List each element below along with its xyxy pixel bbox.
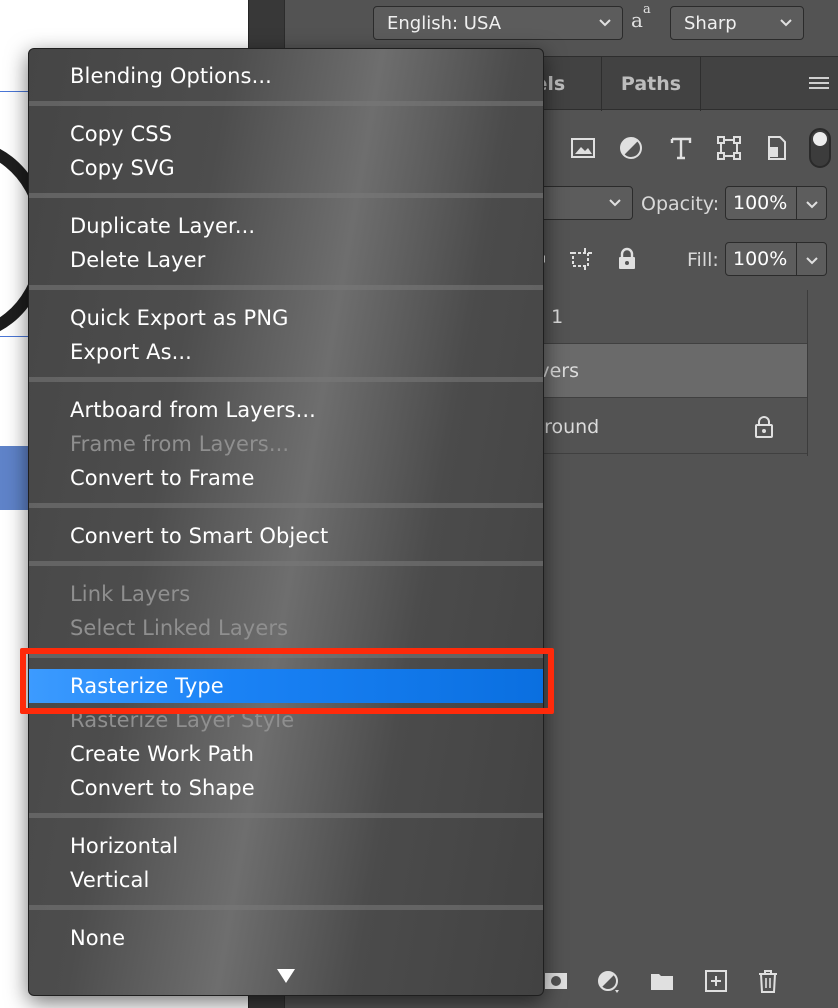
menu-item-frame-from-layers: Frame from Layers... (70, 432, 290, 456)
chevron-down-icon (780, 19, 792, 27)
menu-item-delete-layer[interactable]: Delete Layer (29, 243, 543, 277)
menu-item-artboard-from-layers[interactable]: Artboard from Layers... (29, 393, 543, 427)
type-filter-icon[interactable] (667, 134, 695, 162)
menu-item-duplicate-layer[interactable]: Duplicate Layer... (29, 209, 543, 243)
menu-item-convert-to-smart-object[interactable]: Convert to Smart Object (29, 519, 543, 553)
opacity-label: Opacity: (641, 193, 720, 215)
layers-divider (807, 290, 808, 456)
menu-item-convert-to-shape[interactable]: Convert to Shape (29, 771, 543, 805)
antialias-value: Sharp (684, 12, 737, 34)
new-layer-icon[interactable] (703, 968, 729, 994)
smart-object-filter-icon[interactable] (763, 134, 791, 162)
adjustment-layer-icon[interactable] (595, 968, 621, 994)
image-filter-icon[interactable] (569, 134, 597, 162)
menu-separator (29, 285, 543, 290)
fill-label: Fill: (687, 249, 719, 271)
menu-item-export-as[interactable]: Export As... (29, 335, 543, 369)
chevron-down-icon (599, 19, 611, 27)
menu-separator (29, 503, 543, 508)
filter-toggle-switch[interactable] (809, 128, 831, 168)
fill-stepper[interactable] (797, 242, 827, 276)
menu-separator (29, 193, 543, 198)
menu-item-create-work-path[interactable]: Create Work Path (29, 737, 543, 771)
antialias-dropdown[interactable]: Sharp (670, 6, 804, 40)
opacity-input[interactable]: 100% (725, 186, 797, 220)
menu-separator (29, 101, 543, 106)
layer-mask-icon[interactable] (543, 968, 569, 994)
lock-icon (755, 416, 773, 438)
opacity-stepper[interactable] (797, 186, 827, 220)
tab-paths[interactable]: Paths (601, 57, 701, 111)
menu-item-none[interactable]: None (29, 921, 543, 955)
adjustment-filter-icon[interactable] (617, 134, 645, 162)
chevron-down-icon (806, 257, 818, 265)
menu-item-quick-export-png[interactable]: Quick Export as PNG (29, 301, 543, 335)
lock-artboard-icon[interactable] (568, 246, 594, 272)
menu-item-copy-svg[interactable]: Copy SVG (29, 151, 543, 185)
menu-item-horizontal[interactable]: Horizontal (29, 829, 543, 863)
fill-input[interactable]: 100% (725, 242, 797, 276)
trash-icon[interactable] (755, 968, 781, 994)
panel-menu-icon[interactable] (809, 77, 829, 91)
menu-item-vertical[interactable]: Vertical (29, 863, 543, 897)
annotation-highlight-box (20, 648, 554, 714)
menu-item-blending-options[interactable]: Blending Options... (29, 59, 543, 93)
menu-item-copy-css[interactable]: Copy CSS (29, 117, 543, 151)
context-menu: Blending Options... Copy CSS Copy SVG Du… (28, 48, 544, 996)
folder-icon[interactable] (649, 968, 675, 994)
menu-separator (29, 813, 543, 818)
menu-separator (29, 905, 543, 910)
chevron-down-icon (609, 199, 621, 207)
language-value: English: USA (387, 12, 502, 34)
menu-item-select-linked-layers: Select Linked Layers (70, 616, 289, 640)
character-controls: English: USA aa Sharp (285, 0, 838, 46)
scroll-down-arrow-icon[interactable] (275, 967, 297, 985)
menu-separator (29, 561, 543, 566)
menu-separator (29, 377, 543, 382)
language-dropdown[interactable]: English: USA (373, 6, 623, 40)
menu-item-link-layers: Link Layers (70, 582, 191, 606)
chevron-down-icon (806, 201, 818, 209)
menu-item-convert-to-frame[interactable]: Convert to Frame (29, 461, 543, 495)
lock-all-icon[interactable] (614, 246, 640, 272)
antialias-icon: aa (631, 2, 651, 32)
shape-filter-icon[interactable] (715, 134, 743, 162)
